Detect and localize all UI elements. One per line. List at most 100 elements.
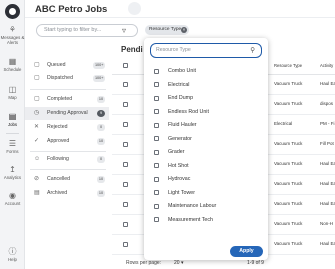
- table-title: Pendi: [121, 45, 143, 54]
- queue-archived[interactable]: ▤ Archived 10: [25, 187, 109, 200]
- queue-divider: [30, 169, 106, 170]
- queue-count: 10: [97, 96, 105, 103]
- row-checkbox[interactable]: [123, 82, 128, 87]
- row-checkbox[interactable]: [123, 242, 128, 247]
- resource-type-option[interactable]: Grader: [154, 147, 259, 157]
- rail-label: Map: [8, 95, 17, 100]
- option-checkbox[interactable]: [154, 68, 159, 74]
- option-checkbox[interactable]: [154, 136, 159, 141]
- queue-label: Cancelled: [47, 176, 71, 182]
- option-label: Electrical: [168, 81, 190, 88]
- resource-type-option[interactable]: Maintenance Labour: [154, 201, 259, 211]
- queue-count: 100+: [93, 62, 105, 69]
- resource-type-option[interactable]: Hydrovac: [154, 174, 259, 184]
- rail-item-forms[interactable]: ☰ Forms: [0, 140, 25, 155]
- rows-per-page-value: 20: [174, 260, 180, 266]
- cell-resource-type: Vacuum Truck: [274, 101, 303, 106]
- resource-type-option[interactable]: Combo Unit: [154, 66, 259, 76]
- rail-item-schedule[interactable]: ▦ Schedule: [0, 58, 25, 73]
- resource-type-option[interactable]: Fluid Hauler: [154, 120, 259, 130]
- option-checkbox[interactable]: [154, 163, 159, 168]
- option-label: Maintenance Labour: [168, 203, 217, 209]
- cell-resource-type: Vacuum Truck: [274, 161, 303, 166]
- queue-label: Completed: [47, 96, 73, 102]
- row-checkbox[interactable]: [123, 202, 128, 207]
- row-checkbox[interactable]: [123, 122, 128, 127]
- completed-icon: ▢: [34, 96, 40, 102]
- queue-completed[interactable]: ▢ Completed 10: [25, 93, 109, 106]
- column-header-resource-type[interactable]: Resource Type: [274, 63, 302, 68]
- queue-count: 0: [97, 124, 105, 131]
- option-checkbox[interactable]: [154, 122, 159, 128]
- rail-item-messages[interactable]: ⚘ Messages & Alerts: [0, 26, 25, 46]
- option-label: Generator: [168, 135, 192, 142]
- queue-count: 10: [97, 138, 105, 145]
- option-checkbox[interactable]: [154, 82, 159, 87]
- row-checkbox[interactable]: [123, 222, 128, 227]
- resource-type-option[interactable]: Light Tower: [154, 188, 259, 198]
- queue-cancelled[interactable]: ⊘ Cancelled 10: [25, 173, 109, 186]
- search-placeholder: Resource Type: [156, 47, 191, 53]
- option-checkbox[interactable]: [154, 203, 159, 209]
- logo-icon[interactable]: [5, 4, 20, 19]
- filter-icon[interactable]: ▿: [122, 25, 126, 36]
- cell-activity: Haul Ea: [320, 161, 335, 166]
- option-label: End Dump: [168, 95, 194, 101]
- option-label: Combo Unit: [168, 68, 196, 74]
- option-checkbox[interactable]: [154, 109, 159, 114]
- close-icon[interactable]: ×: [181, 27, 187, 33]
- rail-item-map[interactable]: ◫ Map: [0, 85, 25, 101]
- rail-item-account[interactable]: ◉ Account: [0, 192, 25, 207]
- option-checkbox[interactable]: [154, 217, 159, 222]
- option-label: Hydrovac: [168, 176, 191, 182]
- option-checkbox[interactable]: [154, 190, 159, 195]
- rows-per-page-select[interactable]: 20 ▾: [174, 260, 183, 266]
- queue-dispatched[interactable]: ▢ Dispatched 100+: [25, 72, 109, 85]
- title-menu-button[interactable]: [128, 2, 141, 15]
- resource-type-option[interactable]: End Dump: [154, 93, 259, 103]
- queue-queued[interactable]: ▢ Queued 100+: [25, 59, 109, 72]
- option-label: Hot Shot: [168, 162, 189, 169]
- rail-item-analytics[interactable]: ↥ Analytics: [0, 166, 25, 181]
- cell-resource-type: Vacuum Truck: [274, 201, 303, 206]
- map-icon: ◫: [8, 85, 17, 94]
- row-checkbox[interactable]: [123, 162, 128, 167]
- queue-divider: [30, 89, 106, 90]
- queue-approved[interactable]: ✓ Approved 10: [25, 135, 109, 148]
- queue-label: Pending Approval: [47, 110, 88, 116]
- column-header-activity[interactable]: Activity: [320, 63, 333, 68]
- apply-button[interactable]: Apply: [230, 246, 263, 257]
- resource-type-popup: Resource Type ⚲ Combo Unit Electrical End …: [144, 38, 268, 260]
- rail-item-help[interactable]: ⓘ Help: [0, 248, 25, 263]
- queue-following[interactable]: ☺ Following 0: [25, 153, 109, 166]
- rail-label: Jobs: [7, 122, 18, 127]
- row-checkbox[interactable]: [123, 182, 128, 187]
- option-checkbox[interactable]: [154, 176, 159, 182]
- resource-type-option[interactable]: Hot Shot: [154, 161, 259, 171]
- option-checkbox[interactable]: [154, 95, 159, 101]
- queue-count: 100+: [93, 75, 105, 82]
- row-checkbox[interactable]: [123, 142, 128, 147]
- resource-type-search-input[interactable]: Resource Type ⚲: [150, 43, 262, 58]
- resource-type-option[interactable]: Measurement Tech: [154, 215, 259, 225]
- cell-activity: PM - Fi: [320, 121, 335, 126]
- queue-label: Dispatched: [47, 75, 73, 81]
- cell-activity: Haul Ea: [320, 201, 335, 206]
- option-checkbox[interactable]: [154, 149, 159, 155]
- row-checkbox[interactable]: [123, 102, 128, 107]
- cell-activity: Haul Ea: [320, 241, 335, 246]
- rail-label: Analytics: [3, 175, 22, 180]
- rejected-icon: ✕: [34, 124, 40, 130]
- queue-label: Archived: [47, 190, 68, 196]
- resource-type-option[interactable]: Endless Rod Unit: [154, 107, 259, 117]
- resource-type-option[interactable]: Generator: [154, 134, 259, 144]
- chevron-down-icon: ▾: [180, 260, 184, 266]
- rail-item-jobs[interactable]: ▤ Jobs: [0, 112, 25, 128]
- option-label: Grader: [168, 149, 185, 155]
- select-all-checkbox[interactable]: [123, 63, 128, 68]
- queue-pending-approval[interactable]: ◷ Pending Approval 9: [25, 107, 109, 120]
- resource-type-chip[interactable]: Resource Type ×: [145, 25, 189, 35]
- queue-rejected[interactable]: ✕ Rejected 0: [25, 121, 109, 134]
- resource-type-option[interactable]: Electrical: [154, 80, 259, 90]
- jobs-icon: ▤: [8, 112, 17, 121]
